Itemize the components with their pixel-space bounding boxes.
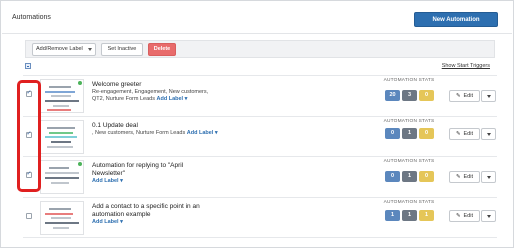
automation-title[interactable]: Welcome greeter bbox=[92, 81, 141, 88]
chevron-down-icon bbox=[88, 48, 92, 51]
stat-entered[interactable]: 20 bbox=[385, 90, 400, 101]
edit-button[interactable]: ✎ Edit bbox=[449, 210, 480, 222]
automation-title[interactable]: 0.1 Update deal bbox=[92, 122, 138, 129]
automations-panel: Automations New Automation Add/Remove La… bbox=[0, 0, 514, 248]
stat-completed[interactable]: 0 bbox=[419, 90, 434, 101]
delete-button[interactable]: Delete bbox=[148, 43, 176, 56]
automation-title[interactable]: Add a contact to a specific point in an … bbox=[92, 203, 222, 219]
stat-completed[interactable]: 0 bbox=[419, 171, 434, 182]
pencil-icon: ✎ bbox=[456, 93, 461, 99]
active-status-icon bbox=[78, 162, 82, 166]
stat-entered-value: 0 bbox=[390, 173, 395, 179]
stat-completed[interactable]: 1 bbox=[419, 210, 434, 221]
automation-labels: , New customers, Nurture Form Leads Add … bbox=[92, 130, 218, 136]
add-label-link[interactable]: Add Label ▾ bbox=[187, 130, 218, 136]
more-options-dropdown[interactable] bbox=[481, 90, 496, 102]
stat-completed[interactable]: 0 bbox=[419, 128, 434, 139]
stat-entered-value: 20 bbox=[389, 92, 396, 98]
edit-button-label: Edit bbox=[463, 131, 473, 137]
stat-active[interactable]: 3 bbox=[402, 90, 417, 101]
automation-labels: Re-engagement, Engagement, New customers… bbox=[92, 89, 212, 103]
stat-entered[interactable]: 1 bbox=[385, 210, 400, 221]
active-status-icon bbox=[78, 81, 82, 85]
edit-button-label: Edit bbox=[463, 174, 473, 180]
more-options-dropdown[interactable] bbox=[481, 128, 496, 140]
set-inactive-button[interactable]: Set Inactive bbox=[101, 43, 143, 56]
edit-button-label: Edit bbox=[463, 213, 473, 219]
page-title: Automations bbox=[12, 14, 51, 21]
stat-entered[interactable]: 0 bbox=[385, 171, 400, 182]
pencil-icon: ✎ bbox=[456, 174, 461, 180]
automation-labels: Add Label ▾ bbox=[92, 219, 123, 225]
checkbox-highlight-annotation bbox=[17, 80, 41, 192]
stat-entered-value: 1 bbox=[390, 212, 395, 218]
stat-active[interactable]: 1 bbox=[402, 128, 417, 139]
stat-active-value: 1 bbox=[407, 173, 412, 179]
stat-entered-value: 0 bbox=[390, 130, 395, 136]
add-label-link[interactable]: Add Label ▾ bbox=[92, 178, 123, 184]
automation-thumbnail[interactable] bbox=[40, 120, 84, 154]
stat-active[interactable]: 1 bbox=[402, 171, 417, 182]
edit-button[interactable]: ✎ Edit bbox=[449, 171, 480, 183]
stats-heading: AUTOMATION STATS bbox=[383, 78, 435, 83]
panel-header: Automations New Automation bbox=[2, 2, 512, 34]
automation-labels: Add Label ▾ bbox=[92, 178, 123, 184]
stat-completed-value: 1 bbox=[424, 212, 429, 218]
stat-active-value: 1 bbox=[407, 212, 412, 218]
automation-thumbnail[interactable] bbox=[40, 79, 84, 113]
pencil-icon: ✎ bbox=[456, 131, 461, 137]
automation-row: Add a contact to a specific point in an … bbox=[23, 198, 497, 237]
automation-labels-text: Re-engagement, Engagement, New customers… bbox=[92, 89, 209, 102]
row-checkbox[interactable] bbox=[26, 213, 32, 219]
label-select-text: Add/Remove Label bbox=[36, 46, 83, 52]
stats-heading: AUTOMATION STATS bbox=[383, 119, 435, 124]
new-automation-button[interactable]: New Automation bbox=[414, 12, 498, 27]
stat-active-value: 1 bbox=[407, 130, 412, 136]
automation-row: Automation for replying to "April Newsle… bbox=[23, 157, 497, 196]
stat-active-value: 3 bbox=[407, 92, 412, 98]
pencil-icon: ✎ bbox=[456, 213, 461, 219]
divider bbox=[23, 237, 497, 238]
more-options-dropdown[interactable] bbox=[481, 171, 496, 183]
automation-thumbnail[interactable] bbox=[40, 201, 84, 235]
stats-heading: AUTOMATION STATS bbox=[383, 200, 435, 205]
more-options-dropdown[interactable] bbox=[481, 210, 496, 222]
automation-thumbnail[interactable] bbox=[40, 160, 84, 194]
edit-button[interactable]: ✎ Edit bbox=[449, 128, 480, 140]
add-label-link[interactable]: Add Label ▾ bbox=[157, 96, 188, 102]
automation-title[interactable]: Automation for replying to "April Newsle… bbox=[92, 162, 204, 178]
stats-heading: AUTOMATION STATS bbox=[383, 159, 435, 164]
show-start-triggers-link[interactable]: Show Start Triggers bbox=[442, 63, 490, 69]
select-all-checkbox[interactable] bbox=[25, 63, 31, 69]
automation-row: Welcome greeter Re-engagement, Engagemen… bbox=[23, 76, 497, 115]
bulk-actions-toolbar: Add/Remove Label Set Inactive Delete bbox=[25, 40, 495, 58]
edit-button-label: Edit bbox=[463, 93, 473, 99]
label-select[interactable]: Add/Remove Label bbox=[32, 43, 96, 56]
stat-entered[interactable]: 0 bbox=[385, 128, 400, 139]
stat-completed-value: 0 bbox=[424, 173, 429, 179]
automation-labels-text: , New customers, Nurture Form Leads bbox=[92, 130, 186, 136]
stat-active[interactable]: 1 bbox=[402, 210, 417, 221]
add-label-link[interactable]: Add Label ▾ bbox=[92, 219, 123, 225]
edit-button[interactable]: ✎ Edit bbox=[449, 90, 480, 102]
automation-row: 0.1 Update deal , New customers, Nurture… bbox=[23, 117, 497, 156]
stat-completed-value: 0 bbox=[424, 130, 429, 136]
stat-completed-value: 0 bbox=[424, 92, 429, 98]
